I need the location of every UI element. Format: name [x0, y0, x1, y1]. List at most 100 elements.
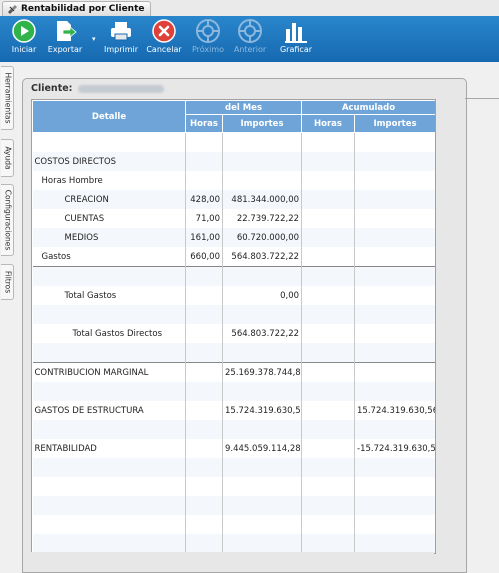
cell-acum-importes [354, 420, 435, 439]
table-row[interactable] [33, 132, 435, 152]
table-row[interactable] [32, 382, 435, 401]
side-tab-herramientas[interactable]: Herramientas [1, 66, 14, 130]
cell-detalle: CUENTAS [64, 213, 105, 224]
cell-acum-importes [354, 247, 435, 267]
cell-detalle: CONTRIBUCION MARGINAL [32, 362, 186, 382]
table-row[interactable]: GASTOS DE ESTRUCTURA 15.724.319.630,56 15.… [33, 401, 435, 420]
header-mes-horas[interactable]: Horas [185, 114, 223, 133]
cell-detalle: GASTOS DE ESTRUCTURA [34, 405, 144, 416]
export-label: Exportar [47, 45, 83, 54]
report-table-container[interactable]: Detalle del Mes Acumulado Horas Importes… [31, 99, 436, 554]
table-row[interactable]: Total Gastos 0,00 [33, 286, 435, 305]
cell-acum-horas [301, 382, 355, 401]
cell-acum-importes [354, 324, 435, 343]
next-button[interactable]: Próximo [188, 19, 228, 54]
start-button[interactable]: Iniciar [4, 19, 44, 54]
header-detalle[interactable]: Detalle [32, 100, 186, 133]
cell-acum-importes [354, 228, 435, 247]
table-row[interactable] [32, 534, 435, 553]
client-label: Cliente: [31, 83, 73, 94]
cell-mes-horas [185, 382, 223, 401]
cell-acum-horas [301, 305, 355, 324]
cell-mes-horas: 161,00 [185, 228, 223, 247]
cell-detalle: Total Gastos [64, 290, 117, 301]
cell-mes-importes [221, 420, 302, 439]
table-row[interactable]: RENTABILIDAD 9.445.059.114,28 -15.724.319.… [33, 439, 435, 458]
side-tab-configuraciones[interactable]: Configuraciones [1, 184, 14, 256]
cell-mes-importes: 15.724.319.630,56 [221, 401, 302, 420]
table-row[interactable] [32, 458, 435, 477]
cell-mes-importes [221, 266, 302, 286]
report-footer [31, 552, 434, 571]
start-label: Iniciar [11, 45, 37, 54]
cell-acum-importes [354, 266, 435, 286]
header-mes-importes[interactable]: Importes [221, 114, 303, 133]
table-row[interactable]: COSTOS DIRECTOS [32, 152, 435, 171]
cell-mes-horas [185, 343, 223, 363]
table-row[interactable] [32, 343, 435, 363]
export-button[interactable]: Exportar [45, 19, 85, 54]
table-row[interactable]: CUENTAS 71,00 22.739.722,22 [33, 209, 435, 228]
side-tab-filtros[interactable]: Filtros [1, 264, 14, 300]
cell-acum-importes [354, 152, 435, 171]
cell-acum-horas [301, 515, 355, 534]
cell-acum-importes: -15.724.319.630,56 [354, 439, 435, 458]
cell-mes-horas [185, 266, 223, 286]
cell-mes-importes [221, 382, 302, 401]
chart-button[interactable]: Graficar [276, 19, 316, 54]
cell-detalle [32, 382, 186, 401]
header-del-mes: del Mes [184, 100, 303, 115]
cell-mes-horas [185, 496, 223, 515]
window-tab[interactable]: Rentabilidad por Cliente [2, 1, 151, 16]
previous-button[interactable]: Anterior [230, 19, 270, 54]
cancel-label: Cancelar [146, 45, 182, 54]
table-row[interactable] [33, 477, 435, 496]
cell-mes-horas [185, 305, 223, 324]
header-acum-horas[interactable]: Horas [301, 114, 356, 133]
cell-detalle: Horas Hombre [41, 175, 103, 186]
cell-acum-horas [301, 324, 355, 343]
cell-detalle [32, 305, 186, 324]
table-row[interactable]: Total Gastos Directos 564.803.722,22 [33, 324, 435, 343]
table-row[interactable]: CREACION 428,00 481.344.000,00 [32, 190, 435, 209]
cell-detalle: Total Gastos Directos [72, 328, 163, 339]
cell-acum-horas [301, 420, 355, 439]
table-row[interactable]: Horas Hombre [33, 171, 435, 190]
cell-mes-importes [221, 458, 302, 477]
client-row: Cliente: [31, 83, 165, 99]
header-acum-importes[interactable]: Importes [354, 114, 435, 133]
cell-acum-importes [354, 209, 435, 228]
cell-acum-importes [354, 515, 435, 534]
cell-mes-horas: 71,00 [185, 209, 223, 228]
export-dropdown-arrow[interactable]: ▾ [92, 35, 96, 43]
table-row[interactable] [32, 420, 435, 439]
cell-acum-horas [301, 534, 355, 553]
table-row[interactable]: MEDIOS 161,00 60.720.000,00 [32, 228, 435, 247]
cancel-button[interactable]: Cancelar [144, 19, 184, 54]
header-acumulado: Acumulado [301, 100, 435, 115]
cell-mes-horas [185, 324, 223, 343]
table-row[interactable] [32, 496, 435, 515]
cell-acum-horas [301, 401, 355, 420]
cell-acum-horas [301, 266, 355, 286]
cell-mes-horas [185, 286, 223, 305]
table-row[interactable]: CONTRIBUCION MARGINAL 25.169.378.744,84 [32, 362, 435, 382]
cell-acum-horas [301, 209, 355, 228]
cell-acum-horas [301, 190, 355, 209]
side-tab-ayuda[interactable]: Ayuda [1, 139, 14, 177]
bar-chart-icon [284, 19, 308, 43]
cell-acum-importes [354, 458, 435, 477]
table-row[interactable]: Gastos 660,00 564.803.722,22 [33, 247, 435, 267]
cell-detalle: RENTABILIDAD [34, 443, 97, 454]
print-button[interactable]: Imprimir [101, 19, 141, 54]
next-label: Próximo [191, 45, 225, 54]
cell-detalle [32, 534, 186, 553]
cell-detalle [32, 266, 186, 286]
cell-acum-importes [354, 305, 435, 324]
cell-detalle [32, 343, 186, 363]
play-icon [12, 19, 36, 43]
table-row[interactable] [32, 266, 435, 286]
cell-acum-horas [301, 496, 355, 515]
table-row[interactable] [33, 515, 435, 534]
table-row[interactable] [32, 305, 435, 324]
